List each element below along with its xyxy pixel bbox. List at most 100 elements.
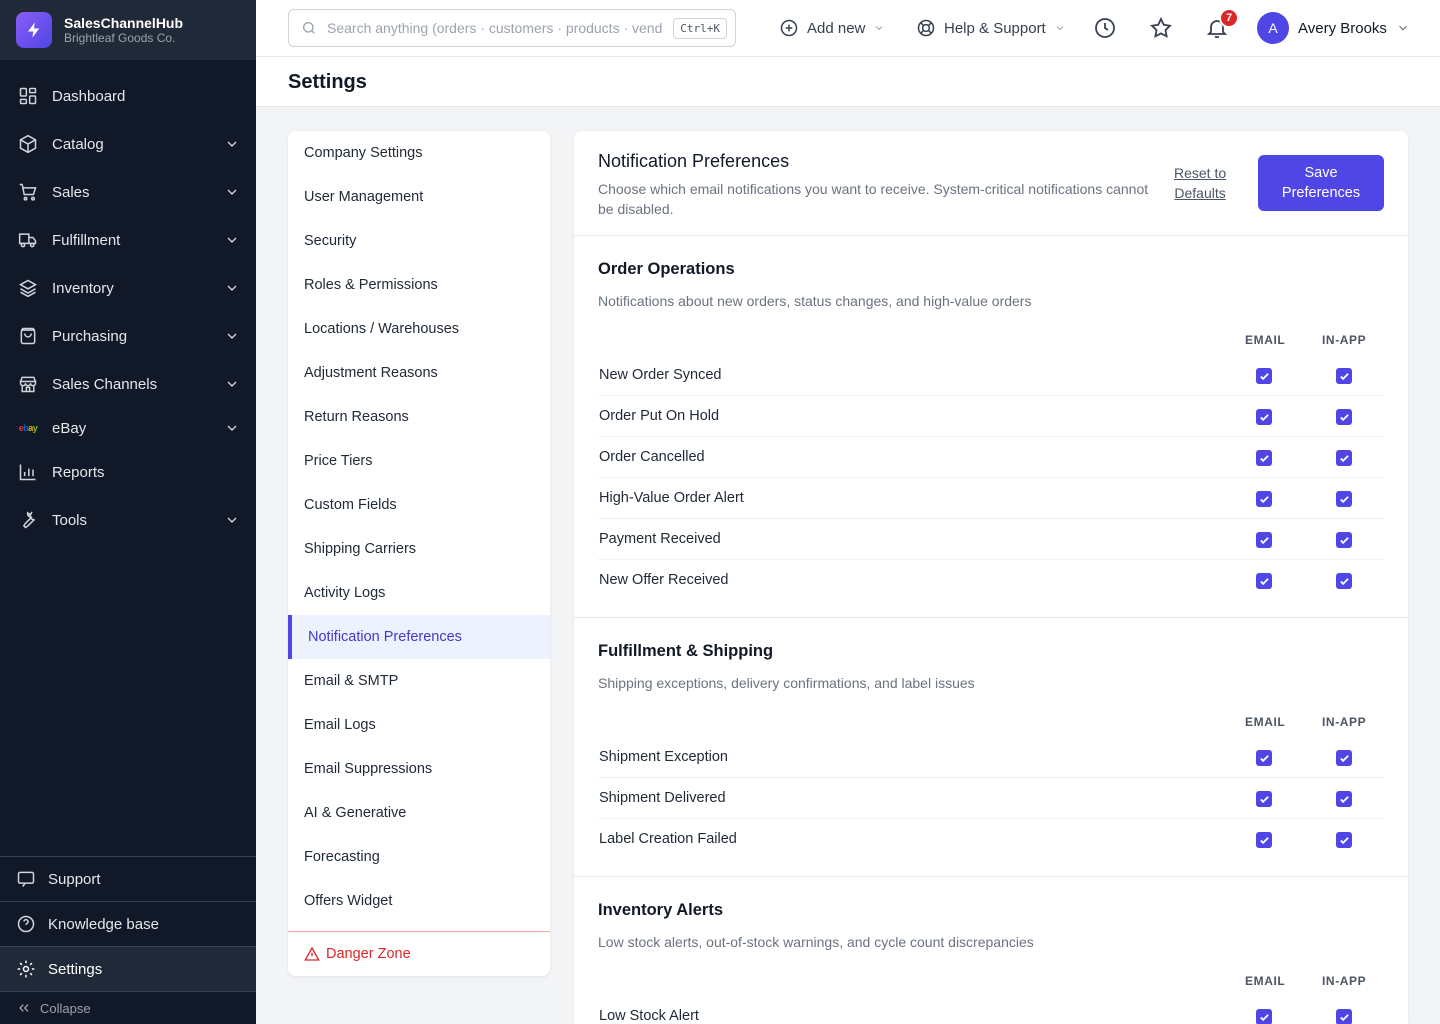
section-title: Order Operations	[598, 260, 735, 278]
nav-item-reports[interactable]: Reports	[0, 448, 256, 496]
help-support-button[interactable]: Help & Support	[916, 14, 1066, 42]
org-name: Brightleaf Goods Co.	[64, 30, 176, 45]
page-header: Settings	[256, 57, 1440, 107]
chevron-down-icon[interactable]	[224, 420, 240, 436]
search-icon	[303, 22, 315, 34]
add-new-button[interactable]: Add new	[779, 14, 885, 42]
settings-menu-item-custom-fields[interactable]: Custom Fields	[288, 483, 550, 527]
section-title: Fulfillment & Shipping	[598, 642, 774, 660]
in-app-checkbox[interactable]	[1336, 750, 1352, 766]
email-checkbox[interactable]	[1256, 750, 1272, 766]
preference-label: Label Creation Failed	[599, 831, 737, 847]
settings-menu-item-notification-preferences[interactable]: Notification Preferences	[288, 615, 550, 659]
email-checkbox[interactable]	[1256, 450, 1272, 466]
preference-row-order-put-on-hold: Order Put On Hold	[598, 396, 1384, 437]
settings-menu-item-shipping-carriers[interactable]: Shipping Carriers	[288, 527, 550, 571]
clock-icon[interactable]	[1093, 16, 1117, 40]
nav-item-sales-channels[interactable]: Sales Channels	[0, 360, 256, 408]
in-app-checkbox[interactable]	[1336, 491, 1352, 507]
nav-label: Sales	[52, 183, 90, 201]
nav-label: Purchasing	[52, 327, 128, 345]
nav-item-sales[interactable]: Sales	[0, 168, 256, 216]
email-checkbox[interactable]	[1256, 1009, 1272, 1024]
chevron-down-icon[interactable]	[224, 376, 240, 392]
preference-rows: New Order Synced Order Put On Hold Order C…	[598, 355, 1384, 601]
sidebar-support[interactable]: Support	[0, 856, 256, 901]
column-email: EMAIL	[1245, 715, 1286, 729]
settings-menu-item-email-logs[interactable]: Email Logs	[288, 703, 550, 747]
in-app-checkbox[interactable]	[1336, 791, 1352, 807]
reset-to-defaults-link[interactable]: Reset to Defaults	[1174, 163, 1226, 203]
in-app-checkbox[interactable]	[1336, 1009, 1352, 1024]
in-app-checkbox[interactable]	[1336, 450, 1352, 466]
settings-menu-item-adjustment-reasons[interactable]: Adjustment Reasons	[288, 351, 550, 395]
star-icon[interactable]	[1149, 16, 1173, 40]
column-headers: EMAIL IN-APP	[598, 327, 1384, 355]
email-checkbox[interactable]	[1256, 573, 1272, 589]
settings-menu-item-activity-logs[interactable]: Activity Logs	[288, 571, 550, 615]
global-search[interactable]: Ctrl+K	[288, 9, 736, 47]
nav-item-catalog[interactable]: Catalog	[0, 120, 256, 168]
settings-menu-item-security[interactable]: Security	[288, 219, 550, 263]
truck-icon	[18, 230, 38, 250]
preference-row-shipment-delivered: Shipment Delivered	[598, 778, 1384, 819]
search-input[interactable]	[327, 20, 664, 36]
preference-label: Shipment Delivered	[599, 790, 726, 806]
notification-preferences-panel: Notification Preferences Choose which em…	[574, 131, 1408, 1024]
in-app-checkbox[interactable]	[1336, 368, 1352, 384]
email-checkbox[interactable]	[1256, 368, 1272, 384]
email-checkbox[interactable]	[1256, 532, 1272, 548]
email-checkbox[interactable]	[1256, 832, 1272, 848]
email-checkbox[interactable]	[1256, 491, 1272, 507]
chevron-down-icon[interactable]	[224, 232, 240, 248]
chat-icon	[17, 871, 35, 887]
in-app-checkbox[interactable]	[1336, 573, 1352, 589]
settings-menu-item-company-settings[interactable]: Company Settings	[288, 131, 550, 175]
settings-menu-item-ai-and-generative[interactable]: AI & Generative	[288, 791, 550, 835]
chevron-down-icon[interactable]	[224, 328, 240, 344]
app-name: SalesChannelHub	[64, 14, 184, 31]
notifications-button[interactable]: 7	[1205, 8, 1239, 40]
email-checkbox[interactable]	[1256, 791, 1272, 807]
settings-label: Settings	[48, 960, 103, 978]
preference-label: High-Value Order Alert	[599, 490, 744, 506]
settings-menu-item-email-and-smtp[interactable]: Email & SMTP	[288, 659, 550, 703]
chevron-down-icon[interactable]	[224, 280, 240, 296]
settings-menu-item-forecasting[interactable]: Forecasting	[288, 835, 550, 879]
chevron-down-icon[interactable]	[224, 184, 240, 200]
user-menu[interactable]: A Avery Brooks	[1257, 12, 1410, 44]
nav-label: Reports	[52, 463, 105, 481]
settings-menu-item-locations-warehouses[interactable]: Locations / Warehouses	[288, 307, 550, 351]
in-app-checkbox[interactable]	[1336, 832, 1352, 848]
email-checkbox[interactable]	[1256, 409, 1272, 425]
in-app-checkbox[interactable]	[1336, 409, 1352, 425]
panel-title: Notification Preferences	[598, 151, 790, 171]
nav-item-ebay[interactable]: ebay eBay	[0, 408, 256, 448]
nav-label: Catalog	[52, 135, 104, 153]
brand[interactable]: SalesChannelHub Brightleaf Goods Co.	[0, 0, 256, 60]
settings-menu-item-email-suppressions[interactable]: Email Suppressions	[288, 747, 550, 791]
sidebar-settings[interactable]: Settings	[0, 946, 256, 991]
nav-item-inventory[interactable]: Inventory	[0, 264, 256, 312]
sidebar-collapse[interactable]: Collapse	[0, 991, 256, 1024]
settings-menu-item-price-tiers[interactable]: Price Tiers	[288, 439, 550, 483]
reset-label-line1: Reset to	[1174, 165, 1227, 181]
nav-item-dashboard[interactable]: Dashboard	[0, 72, 256, 120]
nav-item-tools[interactable]: Tools	[0, 496, 256, 544]
chevron-down-icon[interactable]	[224, 136, 240, 152]
nav-item-fulfillment[interactable]: Fulfillment	[0, 216, 256, 264]
settings-menu-danger-zone[interactable]: Danger Zone	[288, 931, 550, 976]
sidebar-knowledge-base[interactable]: Knowledge base	[0, 901, 256, 946]
settings-menu-item-roles-and-permissions[interactable]: Roles & Permissions	[288, 263, 550, 307]
nav-label: Fulfillment	[52, 231, 121, 249]
nav-item-purchasing[interactable]: Purchasing	[0, 312, 256, 360]
save-preferences-button[interactable]: Save Preferences	[1258, 155, 1384, 211]
chevron-down-icon[interactable]	[224, 512, 240, 528]
settings-menu-item-offers-widget[interactable]: Offers Widget	[288, 879, 550, 923]
nav-label: Dashboard	[52, 87, 126, 105]
column-in-app: IN-APP	[1322, 974, 1367, 988]
settings-menu-item-return-reasons[interactable]: Return Reasons	[288, 395, 550, 439]
cart-icon	[18, 182, 38, 202]
in-app-checkbox[interactable]	[1336, 532, 1352, 548]
settings-menu-item-user-management[interactable]: User Management	[288, 175, 550, 219]
